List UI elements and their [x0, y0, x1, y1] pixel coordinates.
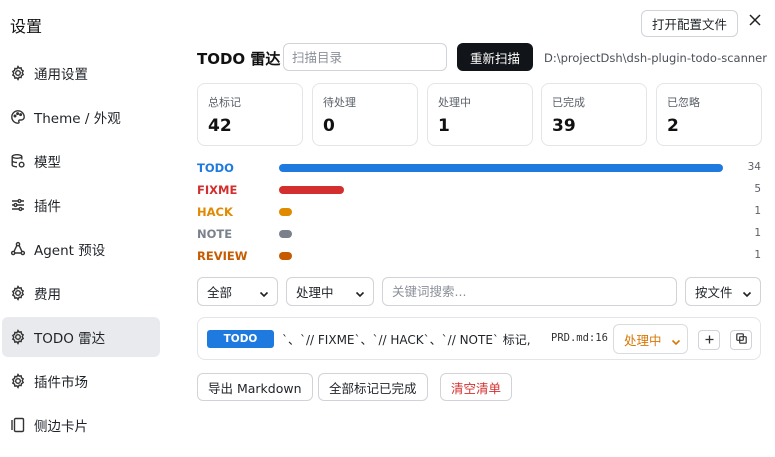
tag-bar-fill [279, 164, 723, 172]
sidebar-item-label: 费用 [34, 287, 61, 303]
tag-bar-track [279, 230, 723, 238]
item-status-select[interactable]: 处理中 [613, 324, 688, 354]
sidebar-item-plugins[interactable]: 插件 [2, 185, 160, 225]
sidebar-item-agent-presets[interactable]: Agent 预设 [2, 229, 160, 269]
tag-bar-row: HACK 1 [197, 204, 763, 220]
app-title: 设置 [10, 17, 43, 36]
close-button[interactable] [745, 12, 765, 32]
tag-bar-fill [279, 230, 292, 238]
chevron-down-icon [355, 287, 365, 302]
sidebar-item-general[interactable]: 通用设置 [2, 53, 160, 93]
gear-icon [10, 329, 26, 345]
stat-label: 处理中 [438, 96, 471, 109]
stat-label: 已完成 [552, 96, 585, 109]
stat-card-done: 已完成 39 [541, 83, 647, 146]
tag-bar-count: 5 [754, 183, 761, 195]
plus-icon [705, 333, 714, 348]
tag-bar-count: 1 [754, 205, 761, 217]
tag-bar-row: TODO 34 [197, 160, 763, 176]
scan-path: D:\projectDsh\dsh-plugin-todo-scanner [544, 51, 767, 65]
sidebar-item-label: Theme / 外观 [34, 111, 121, 127]
sidebar-item-costs[interactable]: 费用 [2, 273, 160, 313]
sidebar-item-label: 模型 [34, 155, 61, 171]
export-markdown-button[interactable]: 导出 Markdown [197, 373, 313, 401]
stat-value: 42 [208, 116, 232, 136]
rescan-button[interactable]: 重新扫描 [457, 43, 533, 71]
mark-all-complete-button[interactable]: 全部标记已完成 [318, 373, 428, 401]
tag-bar-count: 1 [754, 249, 761, 261]
tag-bar-label: TODO [197, 161, 234, 175]
scope-select[interactable]: 全部 [197, 277, 278, 306]
tag-bar-track [279, 164, 723, 172]
sidebar-item-label: Agent 预设 [34, 243, 106, 259]
tag-bar-fill [279, 186, 344, 194]
agent-icon [10, 241, 26, 257]
sidebar-item-label: 插件 [34, 199, 61, 215]
stat-value: 0 [323, 116, 335, 136]
sidebar-item-theme[interactable]: Theme / 外观 [2, 97, 160, 137]
stat-card-total: 总标记 42 [197, 83, 303, 146]
copy-icon [735, 332, 747, 348]
tag-bar-label: FIXME [197, 183, 238, 197]
status-filter-value: 处理中 [296, 285, 334, 300]
open-config-button[interactable]: 打开配置文件 [641, 10, 739, 37]
stat-value: 1 [438, 116, 450, 136]
tag-bar-fill [279, 208, 292, 216]
sidebar-item-side-cards[interactable]: 侧边卡片 [2, 405, 160, 445]
chevron-down-icon [671, 335, 681, 350]
stat-value: 39 [552, 116, 576, 136]
group-by-value: 按文件 [695, 285, 733, 300]
tag-bar-track [279, 186, 723, 194]
item-status-value: 处理中 [624, 332, 662, 348]
tag-bar-count: 34 [747, 161, 761, 173]
keyword-search-input[interactable] [382, 277, 677, 306]
sliders-icon [10, 197, 26, 213]
chevron-down-icon [742, 287, 752, 302]
tag-bar-row: NOTE 1 [197, 226, 763, 242]
todo-item-card[interactable]: TODO `、`// FIXME`、`// HACK`、`// NOTE` 标记… [197, 317, 761, 360]
todo-item-location[interactable]: PRD.md:16 [551, 332, 608, 344]
sidebar-item-plugin-market[interactable]: 插件市场 [2, 361, 160, 401]
tag-bar-row: REVIEW 1 [197, 248, 763, 264]
chevron-down-icon [259, 287, 269, 302]
gear-icon [10, 65, 26, 81]
sidebar-item-label: 插件市场 [34, 375, 88, 391]
scan-directory-input[interactable] [283, 43, 447, 71]
tag-bar-track [279, 252, 723, 260]
status-filter-select[interactable]: 处理中 [286, 277, 374, 306]
tag-bar-track [279, 208, 723, 216]
tag-bar-label: HACK [197, 205, 233, 219]
stat-card-ignored: 已忽略 2 [656, 83, 762, 146]
tag-bar-count: 1 [754, 227, 761, 239]
tag-bar-label: NOTE [197, 227, 233, 241]
stat-label: 已忽略 [667, 96, 700, 109]
tag-bar-row: FIXME 5 [197, 182, 763, 198]
stat-card-in-progress: 处理中 1 [427, 83, 533, 146]
sidebar-item-label: 侧边卡片 [34, 419, 88, 435]
close-icon [749, 14, 761, 30]
palette-icon [10, 109, 26, 125]
add-button[interactable] [698, 330, 720, 350]
scope-select-value: 全部 [207, 285, 233, 300]
group-by-select[interactable]: 按文件 [685, 277, 761, 306]
copy-button[interactable] [730, 330, 752, 350]
database-icon [10, 153, 26, 169]
sidebar-item-todo-radar[interactable]: TODO 雷达 [2, 317, 160, 357]
gear-icon [10, 285, 26, 301]
stat-value: 2 [667, 116, 679, 136]
page-title: TODO 雷达 [197, 50, 281, 68]
card-icon [10, 417, 26, 433]
sidebar-item-label: TODO 雷达 [34, 331, 106, 347]
stat-label: 待处理 [323, 96, 356, 109]
tag-bar-fill [279, 252, 292, 260]
todo-item-text: `、`// FIXME`、`// HACK`、`// NOTE` 标记, [282, 333, 531, 347]
tag-bar-label: REVIEW [197, 249, 248, 263]
sidebar-item-label: 通用设置 [34, 67, 88, 83]
stat-card-pending: 待处理 0 [312, 83, 418, 146]
clear-list-button[interactable]: 清空清单 [440, 373, 513, 401]
sidebar-item-models[interactable]: 模型 [2, 141, 160, 181]
stat-label: 总标记 [208, 96, 241, 109]
gear-icon [10, 373, 26, 389]
todo-tag-badge: TODO [207, 330, 274, 348]
